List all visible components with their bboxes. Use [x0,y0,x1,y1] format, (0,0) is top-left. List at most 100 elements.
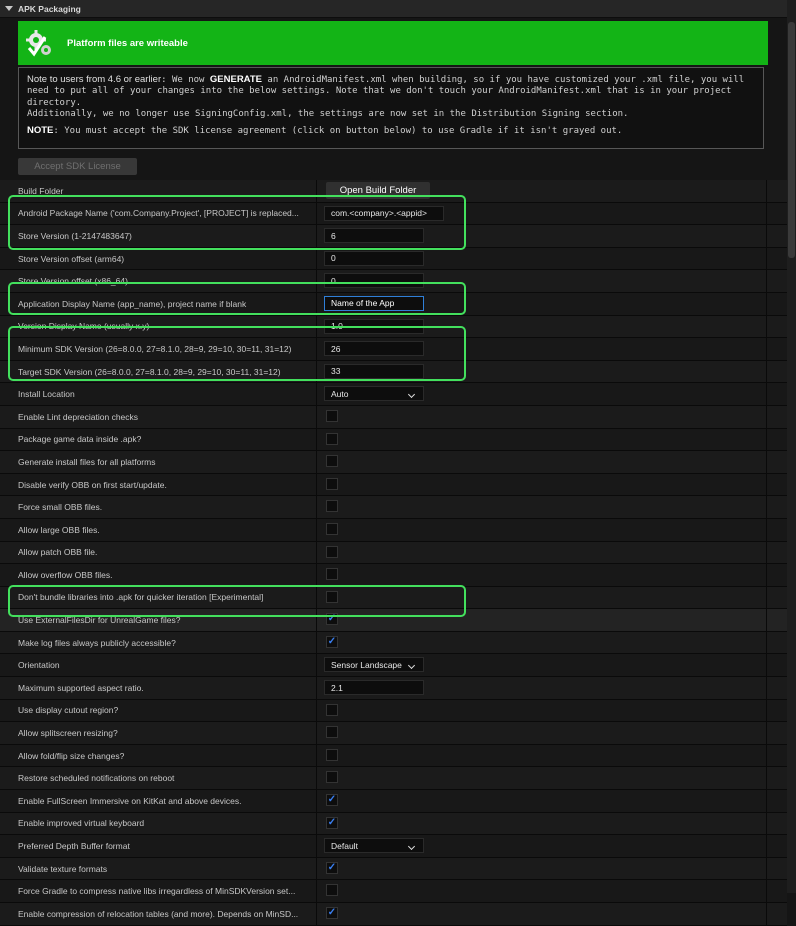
checkbox[interactable] [326,432,338,445]
collapse-arrow-icon[interactable] [5,6,13,11]
checkbox[interactable] [326,409,338,422]
section-title: APK Packaging [18,3,81,14]
setting-row-generate-install-files-for-all-platforms: Generate install files for all platforms [0,451,787,474]
setting-label: Preferred Depth Buffer format [18,841,130,852]
column-divider[interactable] [316,654,317,677]
column-divider[interactable] [316,564,317,586]
scrollbar[interactable] [787,0,796,893]
setting-row-validate-texture-formats: Validate texture formats ✓ [0,857,787,881]
checkbox[interactable] [326,455,338,468]
setting-label: Disable verify OBB on first start/update… [18,479,167,490]
column-divider[interactable] [316,699,317,722]
setting-label: Allow fold/flip size changes? [18,750,125,761]
text-field[interactable]: 26 [324,341,424,357]
column-divider[interactable] [316,338,317,360]
checkbox[interactable]: ✓ [326,816,338,829]
column-divider[interactable] [316,180,317,202]
setting-label: Make log files always publicly accessibl… [18,637,176,648]
column-divider[interactable] [316,496,317,518]
setting-row-target-sdk-version-26-8-0-0-27-8-1-0-28-: Target SDK Version (26=8.0.0, 27=8.1.0, … [0,360,787,384]
column-divider[interactable] [316,202,317,225]
section-header[interactable]: APK Packaging [0,0,787,18]
column-divider[interactable] [316,631,317,654]
column-divider[interactable] [316,812,317,835]
checkbox[interactable] [326,748,338,761]
dropdown[interactable]: Auto [324,386,424,402]
dropdown[interactable]: Sensor Landscape [324,657,424,673]
chevron-down-icon [407,662,416,670]
checkbox[interactable] [326,545,338,558]
column-divider [766,541,767,564]
column-divider[interactable] [316,383,317,405]
column-divider[interactable] [316,586,317,609]
text-field[interactable]: com.<company>.<appid> [324,205,444,221]
column-divider[interactable] [316,744,317,767]
checkbox[interactable] [326,726,338,739]
column-divider[interactable] [316,880,317,902]
column-divider[interactable] [316,677,317,699]
column-divider[interactable] [316,247,317,270]
column-divider[interactable] [316,857,317,880]
checkbox[interactable] [326,568,338,581]
setting-label: Enable FullScreen Immersive on KitKat an… [18,795,242,806]
setting-row-make-log-files-always-publicly-accessibl: Make log files always publicly accessibl… [0,631,787,655]
checkbox[interactable]: ✓ [326,613,338,626]
column-divider[interactable] [316,270,317,292]
column-divider[interactable] [316,292,317,315]
column-divider[interactable] [316,315,317,338]
column-divider[interactable] [316,518,317,541]
column-divider[interactable] [316,767,317,790]
text-field[interactable]: 6 [324,228,424,244]
dropdown[interactable]: Default [324,838,424,854]
gears-check-icon [26,30,51,57]
column-divider [766,247,767,270]
column-divider[interactable] [316,609,317,631]
column-divider [766,383,767,405]
checkbox[interactable] [326,522,338,535]
column-divider[interactable] [316,903,317,925]
check-icon: ✓ [327,794,337,806]
checkbox[interactable] [326,771,338,784]
note-box: Note to users from 4.6 or earlier: We no… [18,67,764,149]
column-divider [766,790,767,812]
setting-label: Allow large OBB files. [18,524,100,535]
checkbox[interactable]: ✓ [326,794,338,807]
note-text-3: : You must accept the SDK license agreem… [53,126,623,137]
text-field[interactable]: 2.1 [324,680,424,696]
text-field[interactable]: 33 [324,363,424,379]
text-field[interactable]: Name of the App [324,295,424,311]
check-icon: ✓ [327,613,337,625]
checkbox[interactable] [326,500,338,513]
setting-label: Build Folder [18,185,64,196]
scrollbar-thumb[interactable] [788,22,795,258]
checkbox[interactable]: ✓ [326,635,338,648]
column-divider[interactable] [316,225,317,247]
checkbox[interactable] [326,703,338,716]
checkbox[interactable]: ✓ [326,907,338,919]
column-divider[interactable] [316,473,317,496]
setting-row-allow-splitscreen-resizing: Allow splitscreen resizing? [0,722,787,745]
text-field[interactable]: 0 [324,273,424,289]
text-field[interactable]: 0 [324,250,424,266]
column-divider[interactable] [316,835,317,857]
checkbox[interactable]: ✓ [326,861,338,874]
column-divider[interactable] [316,790,317,812]
column-divider[interactable] [316,722,317,744]
dropdown-value: Default [331,840,358,851]
setting-row-version-display-name-usually-x-y: Version Display Name (usually x.y) 1.0 [0,315,787,339]
column-divider[interactable] [316,541,317,564]
column-divider[interactable] [316,360,317,383]
checkbox[interactable] [326,884,338,897]
column-divider [766,631,767,654]
column-divider[interactable] [316,405,317,428]
setting-label: Use ExternalFilesDir for UnrealGame file… [18,615,181,626]
text-field[interactable]: 1.0 [324,318,424,334]
checkbox[interactable] [326,590,338,603]
open-build-folder-button[interactable]: Open Build Folder [326,182,430,199]
column-divider[interactable] [316,428,317,451]
column-divider [766,225,767,247]
accept-sdk-license-button[interactable]: Accept SDK License [18,158,137,175]
column-divider [766,202,767,225]
checkbox[interactable] [326,477,338,490]
column-divider[interactable] [316,451,317,473]
